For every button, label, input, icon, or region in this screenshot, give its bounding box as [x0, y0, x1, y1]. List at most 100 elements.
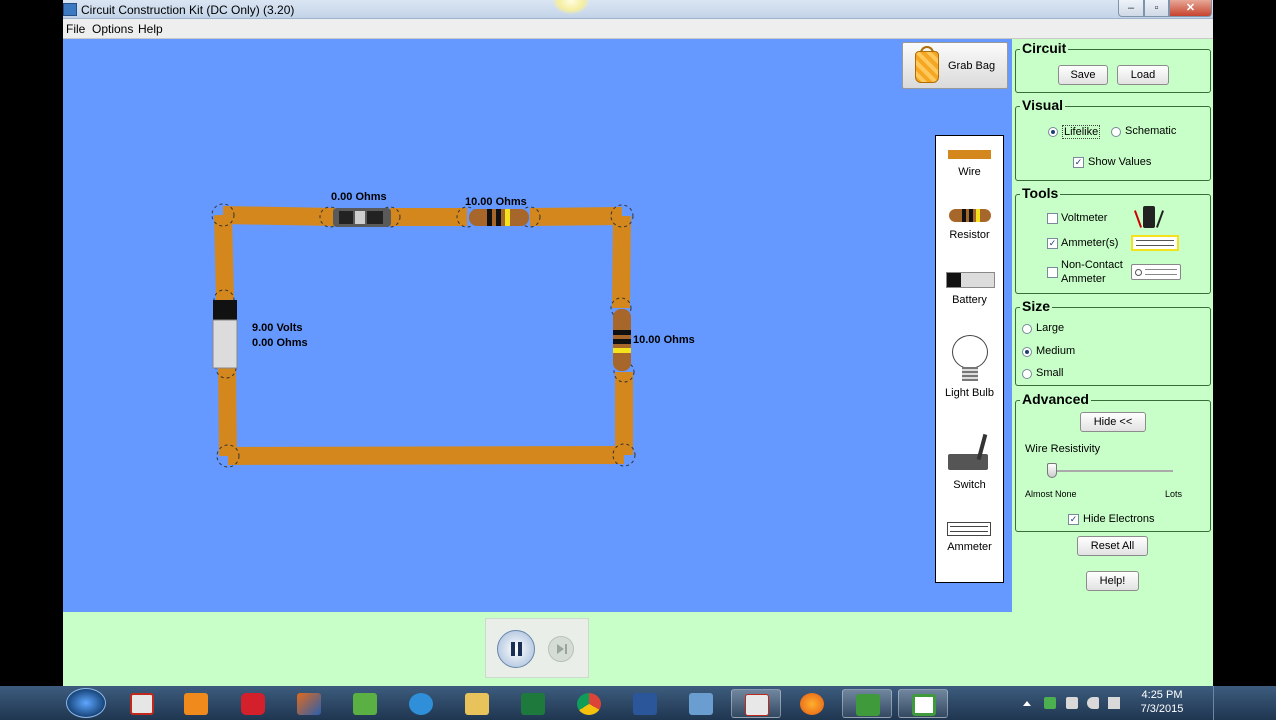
tray-flag-icon[interactable]: [1108, 697, 1120, 709]
ammeters-label[interactable]: Ammeter(s): [1061, 237, 1118, 249]
tray-volume-icon[interactable]: [1087, 697, 1099, 709]
size-medium-radio[interactable]: [1022, 347, 1032, 357]
lifelike-radio[interactable]: [1048, 127, 1058, 137]
taskbar-app-network[interactable]: [676, 689, 726, 718]
size-large-radio[interactable]: [1022, 324, 1032, 334]
excel-icon: [521, 693, 545, 715]
step-button[interactable]: [548, 636, 574, 662]
minimize-button[interactable]: –: [1118, 0, 1144, 17]
tool-resistor[interactable]: Resistor: [936, 206, 1003, 246]
menu-options[interactable]: Options: [92, 22, 133, 36]
media-player-icon: [184, 693, 208, 715]
taskbar-app-firefox[interactable]: [787, 689, 837, 718]
voltmeter-checkbox[interactable]: [1047, 213, 1058, 224]
taskbar-app-chrome[interactable]: [564, 689, 614, 718]
non-contact-label-line2[interactable]: Ammeter: [1061, 273, 1106, 285]
schematic-label[interactable]: Schematic: [1125, 125, 1176, 137]
tray-network-icon[interactable]: [1066, 697, 1078, 709]
component-toolbox: Wire Resistor Battery Light Bulb Switch …: [935, 135, 1004, 583]
circuit-group-title: Circuit: [1020, 40, 1069, 56]
resistor-top-left[interactable]: [333, 208, 391, 227]
hide-advanced-button[interactable]: Hide <<: [1080, 412, 1146, 432]
ammeters-checkbox[interactable]: ✓: [1047, 238, 1058, 249]
taskbar-app-ie[interactable]: [396, 689, 446, 718]
wire-resistivity-track[interactable]: [1050, 470, 1173, 472]
tool-wire[interactable]: Wire: [936, 148, 1003, 192]
circuit-canvas[interactable]: 0.00 Ohms 10.00 Ohms 9.00 Volts 0.00 Ohm…: [63, 39, 1012, 612]
tool-ammeter[interactable]: Ammeter: [936, 520, 1003, 560]
wire[interactable]: [218, 367, 237, 457]
close-button[interactable]: ✕: [1169, 0, 1212, 17]
taskbar-app-acrobat[interactable]: [117, 689, 167, 718]
app-icon: [63, 3, 77, 16]
wire[interactable]: [227, 446, 625, 465]
word-icon: [633, 693, 657, 715]
resistor-value-label: 0.00 Ohms: [331, 191, 387, 203]
java-icon: [745, 694, 769, 716]
menu-help[interactable]: Help: [138, 22, 163, 36]
taskbar-app-camtasia-1[interactable]: [842, 689, 892, 718]
taskbar-app-chart[interactable]: [340, 689, 390, 718]
circuit-group: Circuit Save Load: [1015, 40, 1211, 93]
hide-electrons-label[interactable]: Hide Electrons: [1083, 513, 1155, 525]
battery[interactable]: [212, 300, 238, 369]
taskbar-app-excel[interactable]: [508, 689, 558, 718]
wire-resistivity-slider[interactable]: [1047, 463, 1057, 478]
schematic-radio[interactable]: [1111, 127, 1121, 137]
show-values-label[interactable]: Show Values: [1088, 156, 1151, 168]
taskbar-app-media[interactable]: [171, 689, 221, 718]
taskbar-app-java[interactable]: [731, 689, 781, 718]
non-contact-label-line1[interactable]: Non-Contact: [1061, 259, 1123, 271]
voltmeter-label[interactable]: Voltmeter: [1061, 212, 1107, 224]
tool-switch-label: Switch: [953, 479, 986, 491]
taskbar-app-matlab[interactable]: [284, 689, 334, 718]
load-button[interactable]: Load: [1117, 65, 1169, 85]
camtasia-icon: [856, 694, 880, 716]
grab-bag-label: Grab Bag: [948, 60, 996, 72]
taskbar-app-explorer[interactable]: [452, 689, 502, 718]
clock-time: 4:25 PM: [1141, 689, 1183, 701]
playback-controls: [485, 618, 589, 678]
resistor-top-right[interactable]: [469, 209, 529, 226]
wire[interactable]: [529, 207, 623, 226]
wires[interactable]: [214, 206, 633, 465]
taskbar-clock[interactable]: 4:25 PM 7/3/2015: [1128, 688, 1196, 716]
help-button[interactable]: Help!: [1086, 571, 1139, 591]
wire[interactable]: [222, 206, 336, 226]
size-large-label[interactable]: Large: [1036, 322, 1064, 334]
non-contact-ammeter-checkbox[interactable]: [1047, 267, 1058, 278]
advanced-group-title: Advanced: [1020, 391, 1091, 407]
wire[interactable]: [612, 215, 631, 309]
battery-icon: [946, 272, 995, 288]
lifelike-label[interactable]: Lifelike: [1062, 125, 1101, 139]
circuit-drawing[interactable]: [63, 39, 1012, 612]
show-desktop-button[interactable]: [1213, 686, 1276, 720]
size-medium-label[interactable]: Medium: [1036, 345, 1075, 357]
start-button[interactable]: [66, 688, 106, 718]
size-small-radio[interactable]: [1022, 369, 1032, 379]
tools-group: Tools Voltmeter ✓ Ammeter(s) Non-Contact…: [1015, 185, 1211, 294]
taskbar-app-creative-cloud[interactable]: [228, 689, 278, 718]
menu-file[interactable]: File: [66, 22, 85, 36]
visual-group: Visual Lifelike Schematic ✓ Show Values: [1015, 97, 1211, 181]
size-small-label[interactable]: Small: [1036, 367, 1064, 379]
taskbar-app-word[interactable]: [620, 689, 670, 718]
reset-all-button[interactable]: Reset All: [1077, 536, 1148, 556]
grab-bag-button[interactable]: Grab Bag: [902, 42, 1008, 89]
tool-light-bulb[interactable]: Light Bulb: [936, 334, 1003, 404]
clock-date: 7/3/2015: [1140, 703, 1184, 715]
light-bulb-icon: [952, 335, 988, 369]
save-button[interactable]: Save: [1058, 65, 1108, 85]
maximize-button[interactable]: ▫: [1144, 0, 1169, 17]
tool-switch[interactable]: Switch: [936, 432, 1003, 492]
resistor-right[interactable]: [613, 309, 631, 371]
tray-app-icon[interactable]: [1044, 697, 1056, 709]
taskbar-app-camtasia-2[interactable]: [898, 689, 948, 718]
hide-electrons-checkbox[interactable]: ✓: [1068, 514, 1079, 525]
pause-button[interactable]: [497, 630, 535, 668]
battery-resistance-label: 0.00 Ohms: [252, 337, 308, 349]
show-values-checkbox[interactable]: ✓: [1073, 157, 1084, 168]
tool-battery[interactable]: Battery: [936, 269, 1003, 309]
wire[interactable]: [214, 214, 234, 301]
tray-expand-icon[interactable]: [1023, 700, 1031, 706]
